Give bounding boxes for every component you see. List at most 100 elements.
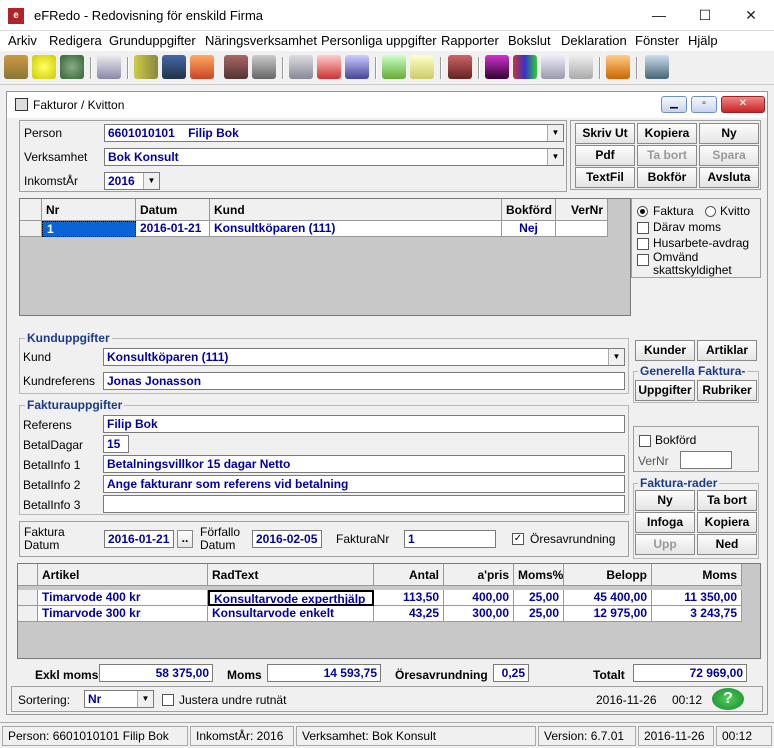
book-icon[interactable] [162, 55, 186, 79]
chevron-down-icon[interactable]: ▼ [547, 149, 563, 165]
invoice-rows-grid[interactable]: Artikel RadText Antal a'pris Moms% Belop… [17, 563, 761, 659]
column-header-kund[interactable]: Kund [210, 199, 502, 221]
rad-ta-bort-button[interactable]: Ta bort [697, 490, 757, 511]
list-cell-bokford[interactable]: Nej [502, 221, 556, 237]
row-cell-moms-pct[interactable]: 25,00 [514, 606, 564, 622]
kundreferens-input[interactable]: Jonas Jonasson [103, 372, 625, 390]
inkomstar-select[interactable]: 2016 ▼ [104, 172, 160, 190]
column-header-bokford[interactable]: Bokförd [502, 199, 556, 221]
rubriker-button[interactable]: Rubriker [697, 380, 757, 401]
omvand-checkbox[interactable] [637, 254, 649, 266]
forfallo-datum-input[interactable]: 2016-02-05 [252, 530, 322, 548]
kunder-button[interactable]: Kunder [635, 340, 695, 361]
menu-naringsverksamhet[interactable]: Näringsverksamhet [205, 33, 317, 48]
row-selector[interactable] [18, 606, 38, 622]
column-header-vernr[interactable]: VerNr [556, 199, 608, 221]
column-header-moms[interactable]: Moms [652, 564, 742, 586]
rad-ny-button[interactable]: Ny [635, 490, 695, 511]
row-cell-radtext[interactable]: Konsultarvode enkelt [208, 606, 374, 622]
checklist-icon[interactable] [645, 55, 669, 79]
verksamhet-select[interactable]: Bok Konsult ▼ [104, 148, 564, 166]
column-header-moms-pct[interactable]: Moms% [514, 564, 564, 586]
skriv-ut-button[interactable]: Skriv Ut [575, 123, 635, 144]
betalinfo2-input[interactable]: Ange fakturanr som referens vid betalnin… [103, 475, 625, 493]
rad-kopiera-button[interactable]: Kopiera [697, 512, 757, 533]
row-selector[interactable] [18, 590, 38, 606]
darav-moms-checkbox[interactable] [637, 222, 649, 234]
edit-document-icon[interactable] [317, 55, 341, 79]
menu-deklaration[interactable]: Deklaration [561, 33, 627, 48]
date-picker-button[interactable]: .. [177, 530, 193, 548]
faktura-datum-input[interactable]: 2016-01-21 [104, 530, 174, 548]
kopiera-button[interactable]: Kopiera [637, 123, 697, 144]
notes-icon[interactable] [541, 55, 565, 79]
list-cell-vernr[interactable] [556, 221, 608, 237]
bokfor-button[interactable]: Bokför [637, 167, 697, 188]
row-cell-belopp[interactable]: 45 400,00 [564, 590, 652, 606]
list-cell-datum[interactable]: 2016-01-21 [136, 221, 210, 237]
minimize-button[interactable]: — [636, 0, 682, 31]
row-cell-radtext[interactable]: Konsultarvode experthjälp [208, 590, 374, 606]
fakturanr-input[interactable]: 1 [404, 530, 496, 548]
chest-icon[interactable] [448, 55, 472, 79]
chevron-down-icon[interactable]: ▼ [137, 691, 153, 707]
chevron-down-icon[interactable]: ▼ [608, 349, 624, 365]
column-header-apris[interactable]: a'pris [444, 564, 514, 586]
kund-select[interactable]: Konsultköparen (111) ▼ [103, 348, 625, 366]
column-header-belopp[interactable]: Belopp [564, 564, 652, 586]
column-header-datum[interactable]: Datum [136, 199, 210, 221]
rad-upp-button[interactable]: Upp [635, 534, 695, 555]
bar-chart-icon[interactable] [513, 55, 537, 79]
row-cell-apris[interactable]: 400,00 [444, 590, 514, 606]
document-yellow-icon[interactable] [410, 55, 434, 79]
menu-bokslut[interactable]: Bokslut [508, 33, 551, 48]
binoculars-icon[interactable] [97, 55, 121, 79]
maximize-button[interactable]: ☐ [682, 0, 728, 31]
row-cell-moms[interactable]: 11 350,00 [652, 590, 742, 606]
ta-bort-button[interactable]: Ta bort [637, 145, 697, 166]
rad-ned-button[interactable]: Ned [697, 534, 757, 555]
menu-hjalp[interactable]: Hjälp [688, 33, 718, 48]
menu-grunduppgifter[interactable]: Grunduppgifter [109, 33, 196, 48]
row-cell-moms-pct[interactable]: 25,00 [514, 590, 564, 606]
binders-icon[interactable] [134, 55, 158, 79]
column-header-radtext[interactable]: RadText [208, 564, 374, 586]
justera-checkbox[interactable] [162, 694, 174, 706]
form-icon[interactable] [606, 55, 630, 79]
child-minimize-button[interactable]: ▁ [661, 96, 687, 113]
row-cell-antal[interactable]: 43,25 [374, 606, 444, 622]
artiklar-button[interactable]: Artiklar [697, 340, 757, 361]
uppgifter-button[interactable]: Uppgifter [635, 380, 695, 401]
list-cell-nr[interactable]: 1 [42, 221, 136, 237]
kvitto-radio[interactable] [705, 206, 716, 217]
chevron-down-icon[interactable]: ▼ [547, 125, 563, 141]
faktura-radio[interactable] [637, 206, 648, 217]
document-green-icon[interactable] [382, 55, 406, 79]
row-selector[interactable] [20, 221, 42, 237]
cup-icon[interactable] [224, 55, 248, 79]
bokford-checkbox[interactable] [639, 435, 651, 447]
chevron-down-icon[interactable]: ▼ [143, 173, 159, 189]
list-cell-kund[interactable]: Konsultköparen (111) [210, 221, 502, 237]
lightbulb-icon[interactable] [32, 55, 56, 79]
person-select[interactable]: 6601010101 Filip Bok ▼ [104, 124, 564, 142]
textfil-button[interactable]: TextFil [575, 167, 635, 188]
menu-rapporter[interactable]: Rapporter [441, 33, 499, 48]
row-cell-belopp[interactable]: 12 975,00 [564, 606, 652, 622]
betalinfo3-input[interactable] [103, 495, 625, 513]
avsluta-button[interactable]: Avsluta [699, 167, 759, 188]
rad-infoga-button[interactable]: Infoga [635, 512, 695, 533]
menu-arkiv[interactable]: Arkiv [8, 33, 37, 48]
ny-button[interactable]: Ny [699, 123, 759, 144]
help-icon[interactable]: ? [712, 688, 744, 710]
oresavrundning-checkbox[interactable]: ✓ [512, 533, 524, 545]
pdf-button[interactable]: Pdf [575, 145, 635, 166]
referens-input[interactable]: Filip Bok [103, 415, 625, 433]
betalinfo1-input[interactable]: Betalningsvillkor 15 dagar Netto [103, 455, 625, 473]
tools2-icon[interactable] [252, 55, 276, 79]
invoice-list-grid[interactable]: Nr Datum Kund Bokförd VerNr 1 2016-01-21… [19, 198, 631, 316]
column-header-nr[interactable]: Nr [42, 199, 136, 221]
sortering-select[interactable]: Nr ▼ [84, 690, 154, 708]
calculator-icon[interactable] [289, 55, 313, 79]
column-header-artikel[interactable]: Artikel [38, 564, 208, 586]
